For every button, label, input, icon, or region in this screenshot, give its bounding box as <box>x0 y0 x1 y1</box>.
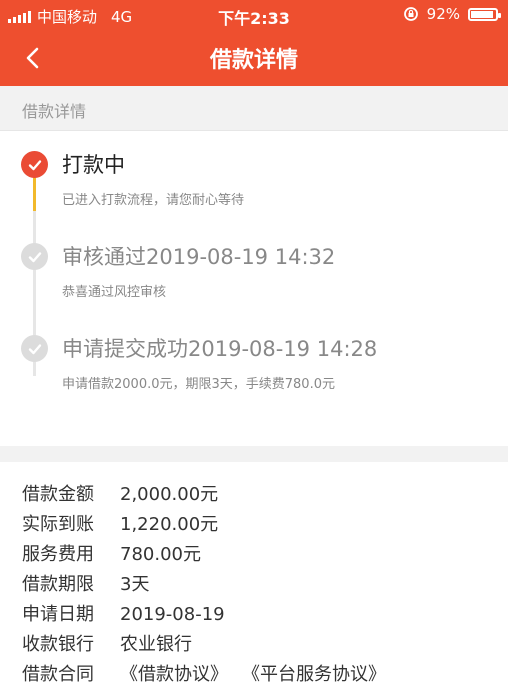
detail-label: 实际到账 <box>22 514 94 535</box>
step-title: 申请提交成功2019-08-19 14:28 <box>62 337 378 361</box>
detail-fee: 服务费用 780.00元 <box>22 540 201 566</box>
detail-received: 实际到账 1,220.00元 <box>22 510 218 536</box>
detail-term: 借款期限 3天 <box>22 570 149 596</box>
step-title: 打款中 <box>62 153 125 177</box>
progress-line <box>33 176 36 211</box>
detail-label: 服务费用 <box>22 544 94 565</box>
detail-label: 借款期限 <box>22 574 94 595</box>
detail-label: 收款银行 <box>22 634 94 655</box>
loan-details: 借款金额 2,000.00元 实际到账 1,220.00元 服务费用 780.00元 … <box>0 462 508 696</box>
loan-agreement-link[interactable]: 《借款协议》 <box>120 660 228 686</box>
step-title: 审核通过2019-08-19 14:32 <box>62 245 336 269</box>
detail-label: 申请日期 <box>22 604 94 625</box>
detail-value: 1,220.00元 <box>120 514 219 535</box>
battery-icon <box>468 7 501 21</box>
status-bar: 中国移动 4G 下午2:33 92% <box>0 0 508 30</box>
detail-value: 780.00元 <box>120 544 201 565</box>
rotation-lock-icon <box>403 7 418 21</box>
detail-value: 2019-08-19 <box>120 604 225 625</box>
detail-date: 申请日期 2019-08-19 <box>22 600 225 626</box>
detail-amount: 借款金额 2,000.00元 <box>22 480 218 506</box>
detail-label: 借款金额 <box>22 484 94 505</box>
status-timeline: 打款中 已进入打款流程，请您耐心等待 审核通过2019-08-19 14:32 … <box>0 131 508 446</box>
step-desc: 申请借款2000.0元，期限3天，手续费780.0元 <box>62 377 335 392</box>
status-right: 92% <box>403 5 501 23</box>
detail-label: 借款合同 <box>22 664 94 685</box>
detail-bank: 收款银行 农业银行 <box>22 630 192 656</box>
detail-value: 2,000.00元 <box>120 484 219 505</box>
step-active-check-icon <box>21 151 48 178</box>
service-agreement-link[interactable]: 《平台服务协议》 <box>242 660 386 686</box>
step-desc: 已进入打款流程，请您耐心等待 <box>62 193 245 208</box>
detail-value: 3天 <box>120 574 150 595</box>
detail-value: 农业银行 <box>120 634 192 655</box>
nav-bar: 借款详情 <box>0 30 508 86</box>
section-title: 借款详情 <box>22 102 87 121</box>
page-title: 借款详情 <box>209 48 298 73</box>
step-done-check-icon <box>21 335 48 362</box>
battery-percent: 92% <box>426 5 460 23</box>
detail-contract: 借款合同 《借款协议》 《平台服务协议》 <box>22 660 400 686</box>
step-desc: 恭喜通过风控审核 <box>62 285 167 300</box>
step-done-check-icon <box>21 243 48 270</box>
section-header: 借款详情 <box>0 86 508 131</box>
